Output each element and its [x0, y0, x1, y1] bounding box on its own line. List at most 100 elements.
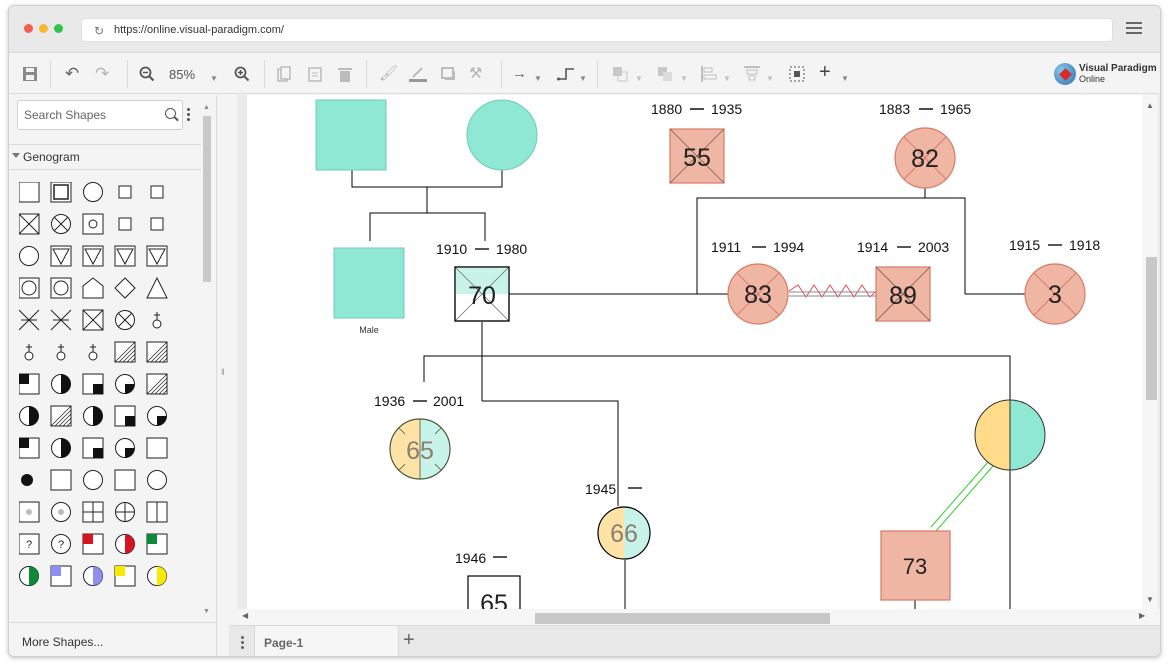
zoom-level[interactable]: 85% — [169, 67, 195, 82]
palette-shape-yel[interactable] — [114, 565, 136, 587]
palette-shape-house[interactable] — [82, 277, 104, 299]
fill-color-icon[interactable]: 🖌 — [379, 65, 398, 83]
paste-icon[interactable] — [308, 66, 322, 82]
palette-shape-plus[interactable] — [115, 502, 135, 522]
scroll-up-icon[interactable]: ▲ — [1146, 101, 1154, 110]
scroll-right-icon[interactable]: ▶ — [1139, 611, 1145, 620]
page-menu-icon[interactable] — [241, 636, 245, 651]
palette-shape-hatch[interactable] — [146, 341, 168, 363]
canvas-area[interactable]: Male 70 1910 1980 55 1880 1935 82 1883 1… — [237, 95, 1160, 625]
person-male-square[interactable] — [333, 247, 405, 319]
palette-shape-cix[interactable] — [115, 310, 135, 330]
align-icon[interactable] — [701, 66, 717, 82]
category-genogram[interactable]: Genogram — [9, 144, 201, 170]
copy-icon[interactable] — [277, 66, 291, 82]
palette-shape-hatch[interactable] — [114, 341, 136, 363]
palette-shape-halfc[interactable] — [51, 374, 71, 394]
palette-shape-yelc[interactable] — [147, 566, 167, 586]
palette-shape-trid[interactable] — [146, 245, 168, 267]
more-shapes-button[interactable]: More Shapes... — [9, 622, 217, 656]
palette-shape-tiny[interactable] — [150, 217, 164, 231]
person-p6[interactable]: 82 — [894, 127, 956, 189]
palette-shape-sq[interactable] — [146, 437, 168, 459]
palette-shape-tri[interactable] — [50, 245, 72, 267]
person-male-square[interactable] — [315, 99, 387, 171]
palette-shape-ci[interactable] — [147, 470, 167, 490]
palette-shape-hatch[interactable] — [146, 373, 168, 395]
sidebar-scrollbar[interactable]: ▲ ▼ — [202, 104, 212, 616]
palette-shape-sym[interactable] — [88, 344, 98, 361]
palette-shape-q[interactable]: ? — [19, 533, 40, 555]
delete-icon[interactable] — [338, 66, 352, 82]
connector-dropdown-icon[interactable]: ▼ — [534, 70, 542, 88]
arrange-dropdown-icon[interactable]: ▼ — [680, 70, 688, 88]
select-area-icon[interactable] — [789, 66, 805, 82]
zoom-dropdown-icon[interactable]: ▼ — [210, 70, 218, 88]
person-female-circle[interactable] — [466, 99, 538, 171]
person-p11[interactable]: 66 — [597, 506, 651, 560]
scroll-left-icon[interactable]: ◀ — [242, 611, 248, 620]
palette-shape-cix[interactable] — [51, 214, 71, 234]
palette-shape-quad[interactable] — [114, 405, 136, 427]
palette-shape-tiny[interactable] — [150, 185, 164, 199]
palette-shape-bars[interactable] — [146, 501, 168, 523]
palette-shape-halfc[interactable] — [19, 406, 39, 426]
palette-shape-sq[interactable] — [114, 469, 136, 491]
palette-shape-halfc[interactable] — [83, 406, 103, 426]
scroll-down-icon[interactable]: ▼ — [1146, 595, 1154, 604]
diagram-page[interactable]: Male 70 1910 1980 55 1880 1935 82 1883 1… — [247, 95, 1142, 609]
palette-shape-cin[interactable] — [19, 246, 39, 266]
palette-shape-ci[interactable] — [83, 470, 103, 490]
canvas-horizontal-scrollbar[interactable]: ◀ ▶ — [237, 609, 1160, 625]
group-dropdown-icon[interactable]: ▼ — [635, 70, 643, 88]
palette-shape-blkc[interactable] — [51, 438, 71, 458]
palette-shape-sym[interactable] — [56, 344, 66, 361]
group-icon[interactable] — [612, 66, 628, 82]
conflict-relationship-line[interactable] — [788, 284, 877, 298]
palette-shape-tiny[interactable] — [118, 185, 132, 199]
person-p14[interactable]: 73 — [880, 530, 951, 601]
person-p8[interactable]: 89 — [875, 266, 931, 322]
palette-shape-quadc[interactable] — [115, 438, 135, 458]
person-p13[interactable] — [974, 399, 1046, 471]
palette-shape-sqdot[interactable] — [19, 501, 40, 523]
palette-shape-qc[interactable]: ? — [51, 534, 71, 554]
palette-shape-diam[interactable] — [114, 277, 136, 299]
canvas-vertical-scrollbar[interactable]: ▲ ▼ — [1142, 95, 1158, 609]
horizontal-scroll-thumb[interactable] — [535, 613, 830, 624]
sidebar-scroll-thumb[interactable] — [203, 116, 211, 282]
palette-shape-quad[interactable] — [82, 437, 104, 459]
palette-shape-sqsq[interactable] — [50, 182, 72, 203]
palette-shape-x[interactable] — [19, 309, 40, 331]
palette-shape-hatch[interactable] — [50, 405, 72, 427]
palette-shape-sym[interactable] — [24, 344, 34, 361]
palette-shape-sqn[interactable] — [82, 213, 104, 235]
sidebar-menu-icon[interactable] — [187, 108, 191, 123]
palette-shape-sqx[interactable] — [82, 309, 104, 331]
palette-shape-oct[interactable] — [19, 277, 40, 299]
close-window-button[interactable] — [24, 24, 33, 33]
palette-shape-grn[interactable] — [146, 533, 168, 555]
add-icon[interactable]: + — [819, 62, 831, 82]
palette-shape-sqx[interactable] — [19, 213, 40, 235]
minimize-window-button[interactable] — [39, 24, 48, 33]
palette-shape-quadc[interactable] — [147, 406, 167, 426]
vertical-scroll-thumb[interactable] — [1146, 257, 1157, 400]
close-relationship-line[interactable] — [930, 461, 994, 532]
palette-shape-blk[interactable] — [19, 437, 40, 459]
person-p5[interactable]: 55 — [669, 128, 725, 184]
palette-shape-sym[interactable] — [152, 312, 162, 329]
palette-shape-grnc[interactable] — [19, 566, 39, 586]
palette-shape-grid[interactable] — [82, 501, 104, 523]
palette-shape-dot[interactable] — [21, 474, 33, 486]
scroll-up-icon[interactable]: ▲ — [203, 104, 210, 111]
save-icon[interactable] — [22, 66, 38, 82]
person-p7[interactable]: 83 — [727, 263, 789, 325]
palette-shape-cidot[interactable] — [51, 502, 71, 522]
reload-icon[interactable]: ↻ — [94, 24, 104, 38]
tab-page-1[interactable]: Page-1 — [254, 626, 399, 656]
palette-shape-tiny[interactable] — [118, 217, 132, 231]
palette-shape-oct[interactable] — [50, 277, 72, 299]
address-bar[interactable]: ↻ https://online.visual-paradigm.com/ — [81, 18, 1113, 42]
scroll-down-icon[interactable]: ▼ — [203, 608, 210, 615]
